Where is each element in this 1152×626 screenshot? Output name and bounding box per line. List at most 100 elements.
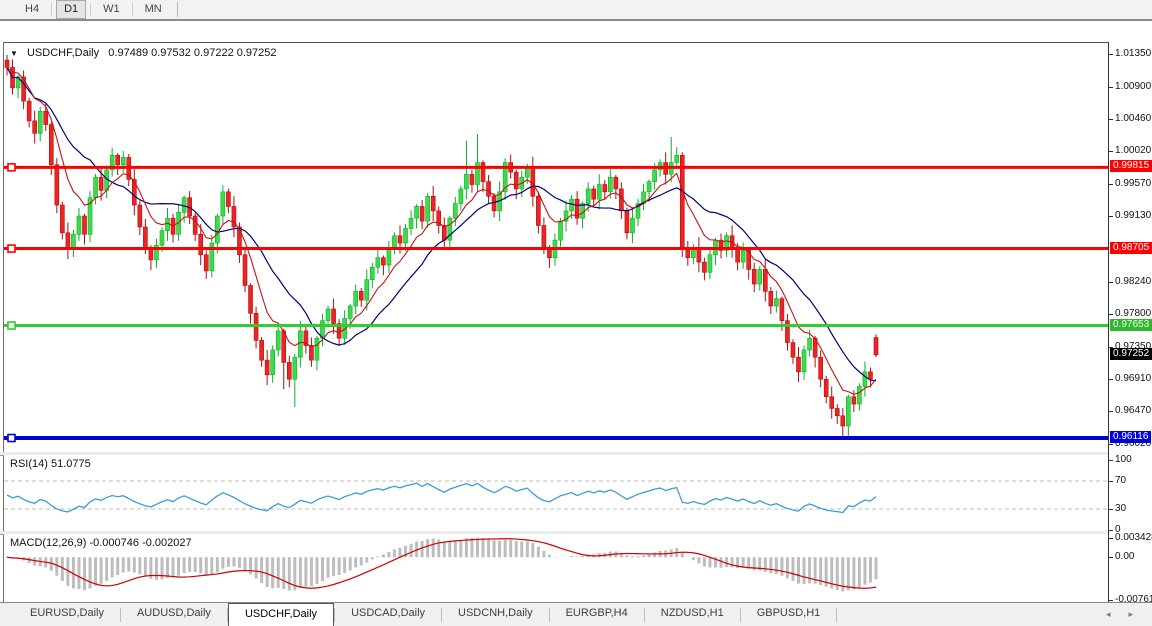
price-tick-mark [1109,86,1113,88]
candle-down [818,356,823,380]
candle-down [790,342,796,358]
candle-up [596,184,602,200]
price-tick-mark [1109,411,1113,413]
candle-down [536,195,541,226]
candle-down [143,226,148,248]
fast-ma-line [6,67,877,395]
candle-down [48,124,54,166]
macd-label: MACD(12,26,9) -0.000746 -0.002027 [10,537,192,549]
timeframe-button-d1[interactable]: D1 [56,0,87,19]
chart-tab-usdcnh[interactable]: USDCNH,Daily [442,603,549,626]
candle-down [21,76,26,102]
candle-down [4,59,10,68]
candle-down [613,176,619,190]
price-level-badge: 0.97252 [1110,347,1152,360]
candle-down [702,261,707,273]
price-level-badge: 0.96116 [1110,431,1152,444]
candle-up [652,169,657,182]
candle-up [392,235,397,248]
candle-down [873,337,879,356]
candle-up [386,247,392,266]
candle-up [458,188,464,204]
price-tick-label: 1.00020 [1115,145,1152,157]
candle-down [834,408,840,417]
candle-up [807,337,812,351]
candle-down [54,164,60,206]
chart-tab-gbpusd[interactable]: GBPUSD,H1 [741,603,837,626]
timeframe-button-mn[interactable]: MN [137,0,170,19]
chart-tab-eurgbp[interactable]: EURGBP,H4 [550,603,644,626]
price-chart-canvas[interactable] [4,43,1108,452]
candle-down [65,232,71,250]
candle-down [785,320,790,343]
candle-up [270,349,275,376]
price-scale[interactable]: 1.01350 1.00900 1.00460 1.00020 0.99570 0.991… [1108,42,1152,605]
macd-scale-label: 0.003428 [1115,532,1152,543]
candle-down [82,215,87,235]
candle-up [220,191,226,217]
toolbar-group-separator [176,2,178,17]
toolbar-separator [90,3,92,16]
rsi-panel[interactable] [4,455,1108,532]
rsi-scale-label: 70 [1115,475,1127,486]
candle-down [286,362,292,380]
price-tick-label: 0.97800 [1115,307,1152,319]
toolbar-separator [131,3,133,16]
candle-up [674,154,680,163]
candle-down [851,396,857,405]
candle-up [403,228,408,244]
candle-up [93,176,98,199]
candle-up [375,257,381,268]
chart-tab-nzdusd[interactable]: NZDUSD,H1 [645,603,740,626]
candle-up [347,305,353,319]
rsi-tick-mark [1109,509,1113,510]
chart-tab-usdchf[interactable]: USDCHF,Daily [227,603,335,626]
price-chart-panel[interactable] [4,42,1108,453]
line-anchor-handle [7,244,16,253]
candle-down [491,195,497,212]
timeframe-button-w1[interactable]: W1 [95,0,128,19]
candle-up [292,356,298,380]
candle-down [513,171,519,190]
macd-tick-mark [1109,538,1113,539]
candle-up [630,217,635,234]
candle-up [298,330,303,358]
tabs-scroll-left-icon[interactable]: ◂ [1097,609,1120,620]
tabs-scroll-right-icon[interactable]: ▸ [1119,609,1142,620]
candle-down [751,269,757,285]
chart-tab-usdcad[interactable]: USDCAD,Daily [335,603,441,626]
candle-down [768,291,774,307]
candle-down [60,204,65,234]
chart-tab-eurusd[interactable]: EURUSD,Daily [14,603,120,626]
candle-up [846,396,851,427]
price-tick-label: 0.99130 [1115,210,1152,222]
price-tick-mark [1109,281,1113,283]
price-tick-mark [1109,119,1113,121]
candle-down [486,181,491,197]
rsi-canvas[interactable] [4,455,1108,531]
price-tick-mark [1109,216,1113,218]
candle-up [464,173,469,190]
candle-up [862,371,868,387]
candle-down [591,188,597,200]
candle-down [242,254,248,286]
candle-down [26,100,32,122]
chart-tab-audusd[interactable]: AUDUSD,Daily [121,603,227,626]
candle-down [624,210,630,234]
price-tick-mark [1109,184,1113,186]
price-tick-mark [1109,444,1113,446]
timeframe-button-h4[interactable]: H4 [17,0,47,19]
candle-down [203,254,209,272]
candle-down [381,257,386,266]
candle-up [558,220,563,241]
candle-up [425,195,430,222]
candle-up [314,337,320,361]
candle-down [397,235,403,244]
candle-down [192,215,198,235]
candle-down [868,371,873,380]
candle-down [32,120,37,134]
candle-up [757,269,763,285]
chart-symbol-label: USDCHF,Daily [26,47,100,59]
candle-down [248,285,253,314]
candle-up [740,250,746,263]
